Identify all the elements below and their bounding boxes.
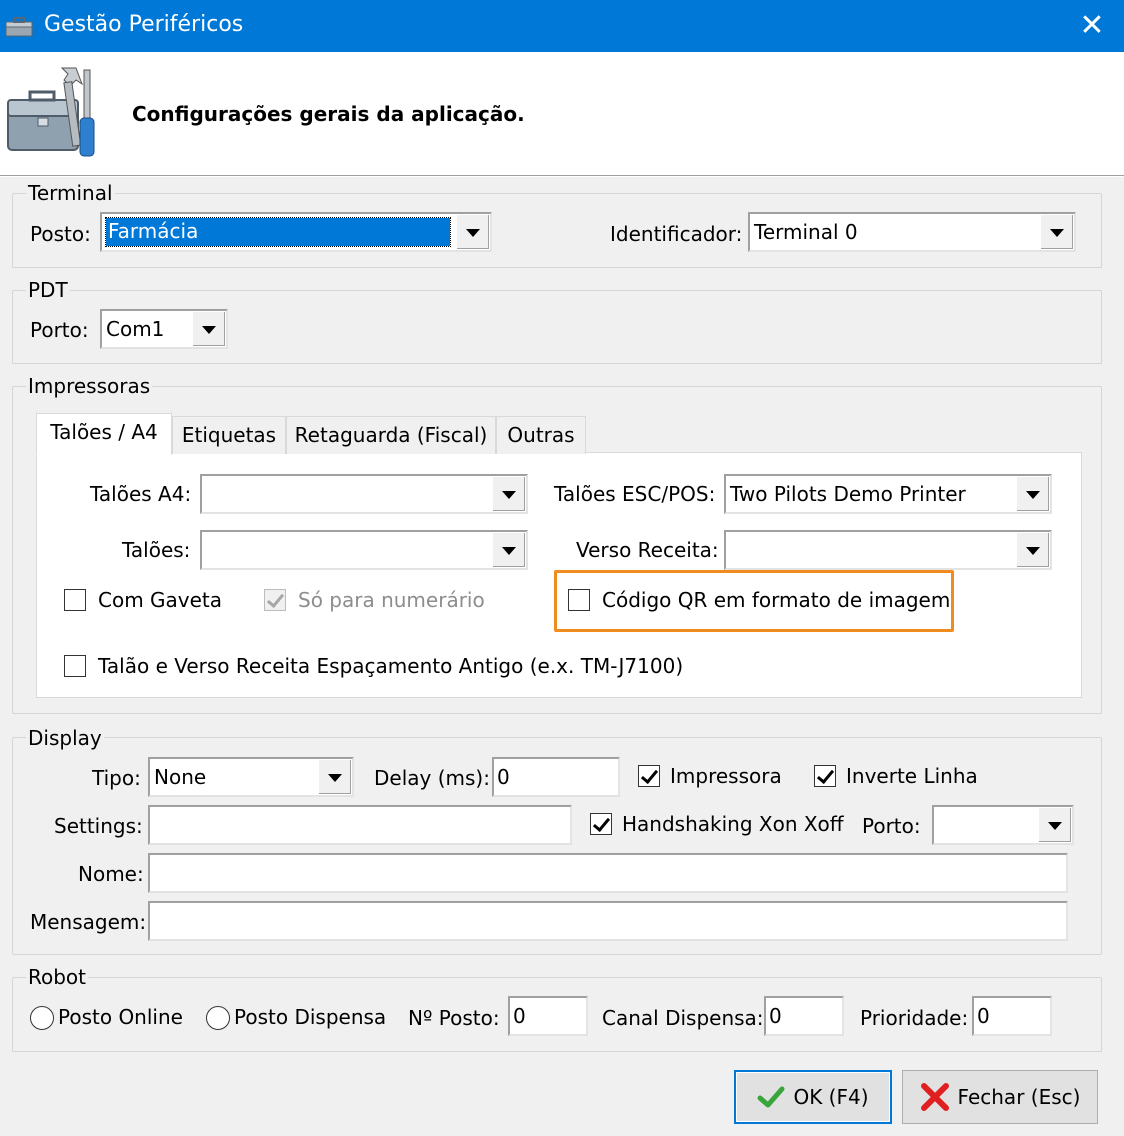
delay-label: Delay (ms): bbox=[374, 766, 490, 790]
check-icon bbox=[757, 1086, 785, 1108]
espacamento-antigo-label: Talão e Verso Receita Espaçamento Antigo… bbox=[98, 654, 684, 678]
taloes-escpos-select[interactable]: Two Pilots Demo Printer bbox=[724, 474, 1052, 514]
identificador-select[interactable]: Terminal 0 bbox=[748, 212, 1076, 252]
tipo-select[interactable]: None bbox=[148, 757, 354, 797]
chevron-down-icon[interactable] bbox=[1016, 532, 1050, 568]
tab-etiquetas[interactable]: Etiquetas bbox=[172, 416, 286, 454]
pdt-porto-select[interactable]: Com1 bbox=[100, 309, 228, 349]
pdt-group-label: PDT bbox=[26, 278, 70, 302]
verso-receita-label: Verso Receita: bbox=[576, 538, 719, 562]
so-numerario-label: Só para numerário bbox=[298, 588, 485, 612]
tab-label: Etiquetas bbox=[181, 423, 277, 447]
nome-label: Nome: bbox=[78, 862, 144, 886]
tab-taloes-a4[interactable]: Talões / A4 bbox=[36, 413, 172, 455]
taloes-select[interactable] bbox=[200, 530, 528, 570]
pdt-porto-value: Com1 bbox=[106, 317, 165, 341]
taloes-escpos-value: Two Pilots Demo Printer bbox=[730, 482, 966, 506]
identificador-label: Identificador: bbox=[610, 222, 743, 246]
posto-online-radio[interactable] bbox=[30, 1006, 54, 1030]
fechar-button-label: Fechar (Esc) bbox=[957, 1085, 1081, 1109]
chevron-down-icon[interactable] bbox=[1016, 476, 1050, 512]
pdt-porto-label: Porto: bbox=[30, 318, 89, 342]
tipo-label: Tipo: bbox=[92, 766, 141, 790]
ok-button-label: OK (F4) bbox=[793, 1085, 869, 1109]
prioridade-value: 0 bbox=[977, 1004, 990, 1028]
chevron-down-icon[interactable] bbox=[318, 759, 352, 795]
verso-receita-select[interactable] bbox=[724, 530, 1052, 570]
toolbox-app-icon bbox=[5, 17, 33, 37]
display-group-label: Display bbox=[26, 726, 104, 750]
tab-label: Outras bbox=[507, 423, 575, 447]
taloes-a4-label: Talões A4: bbox=[90, 482, 192, 506]
posto-dispensa-label: Posto Dispensa bbox=[234, 1005, 387, 1029]
settings-input[interactable] bbox=[148, 805, 572, 845]
identificador-value: Terminal 0 bbox=[754, 220, 858, 244]
codigo-qr-checkbox[interactable] bbox=[568, 589, 590, 611]
impressora-checkbox[interactable] bbox=[638, 765, 660, 787]
chevron-down-icon[interactable] bbox=[492, 476, 526, 512]
tab-label: Retaguarda (Fiscal) bbox=[294, 423, 488, 447]
posto-dispensa-radio[interactable] bbox=[206, 1006, 230, 1030]
com-gaveta-checkbox[interactable] bbox=[64, 589, 86, 611]
posto-online-label: Posto Online bbox=[58, 1005, 183, 1029]
display-porto-select[interactable] bbox=[932, 805, 1074, 845]
mensagem-input[interactable] bbox=[148, 901, 1068, 941]
window-title: Gestão Periféricos bbox=[44, 12, 244, 37]
nome-input[interactable] bbox=[148, 853, 1068, 893]
taloes-escpos-label: Talões ESC/POS: bbox=[554, 482, 716, 506]
ok-button[interactable]: OK (F4) bbox=[734, 1070, 892, 1124]
canal-dispensa-label: Canal Dispensa: bbox=[602, 1006, 764, 1030]
delay-input[interactable]: 0 bbox=[492, 757, 620, 797]
posto-label: Posto: bbox=[30, 222, 91, 246]
inverte-linha-label: Inverte Linha bbox=[846, 764, 978, 788]
posto-value: Farmácia bbox=[105, 217, 451, 247]
close-icon[interactable]: ✕ bbox=[1060, 0, 1124, 52]
tipo-value: None bbox=[154, 765, 207, 789]
codigo-qr-label: Código QR em formato de imagem bbox=[602, 588, 951, 612]
delay-value: 0 bbox=[497, 765, 510, 789]
title-bar: Gestão Periféricos ✕ bbox=[0, 0, 1124, 52]
toolbox-icon bbox=[7, 67, 95, 157]
terminal-group-label: Terminal bbox=[26, 181, 115, 205]
n-posto-value: 0 bbox=[513, 1004, 526, 1028]
tab-label: Talões / A4 bbox=[50, 420, 158, 444]
header-divider bbox=[0, 175, 1124, 177]
chevron-down-icon[interactable] bbox=[492, 532, 526, 568]
fechar-button[interactable]: Fechar (Esc) bbox=[902, 1070, 1098, 1124]
handshaking-checkbox[interactable] bbox=[590, 813, 612, 835]
tab-outras[interactable]: Outras bbox=[496, 416, 586, 454]
canal-dispensa-input[interactable]: 0 bbox=[764, 996, 844, 1036]
taloes-label: Talões: bbox=[122, 538, 191, 562]
mensagem-label: Mensagem: bbox=[30, 910, 147, 934]
robot-group-label: Robot bbox=[26, 965, 89, 989]
chevron-down-icon[interactable] bbox=[192, 311, 226, 347]
display-porto-label: Porto: bbox=[862, 814, 921, 838]
prioridade-label: Prioridade: bbox=[860, 1006, 969, 1030]
impressoras-group-label: Impressoras bbox=[26, 374, 153, 398]
chevron-down-icon[interactable] bbox=[1040, 214, 1074, 250]
settings-label: Settings: bbox=[54, 814, 143, 838]
chevron-down-icon[interactable] bbox=[1038, 807, 1072, 843]
com-gaveta-label: Com Gaveta bbox=[98, 588, 223, 612]
espacamento-antigo-checkbox[interactable] bbox=[64, 655, 86, 677]
prioridade-input[interactable]: 0 bbox=[972, 996, 1052, 1036]
canal-dispensa-value: 0 bbox=[769, 1004, 782, 1028]
inverte-linha-checkbox[interactable] bbox=[814, 765, 836, 787]
n-posto-label: Nº Posto: bbox=[408, 1006, 500, 1030]
chevron-down-icon[interactable] bbox=[456, 214, 490, 250]
tab-retaguarda-fiscal[interactable]: Retaguarda (Fiscal) bbox=[286, 416, 496, 454]
dialog-header: Configurações gerais da aplicação. bbox=[0, 52, 1124, 175]
n-posto-input[interactable]: 0 bbox=[508, 996, 588, 1036]
posto-select[interactable]: Farmácia bbox=[100, 212, 492, 252]
handshaking-label: Handshaking Xon Xoff bbox=[622, 812, 844, 836]
red-x-icon bbox=[920, 1083, 949, 1111]
impressora-label: Impressora bbox=[670, 764, 782, 788]
page-title: Configurações gerais da aplicação. bbox=[132, 102, 525, 126]
taloes-a4-select[interactable] bbox=[200, 474, 528, 514]
so-numerario-checkbox bbox=[264, 589, 286, 611]
